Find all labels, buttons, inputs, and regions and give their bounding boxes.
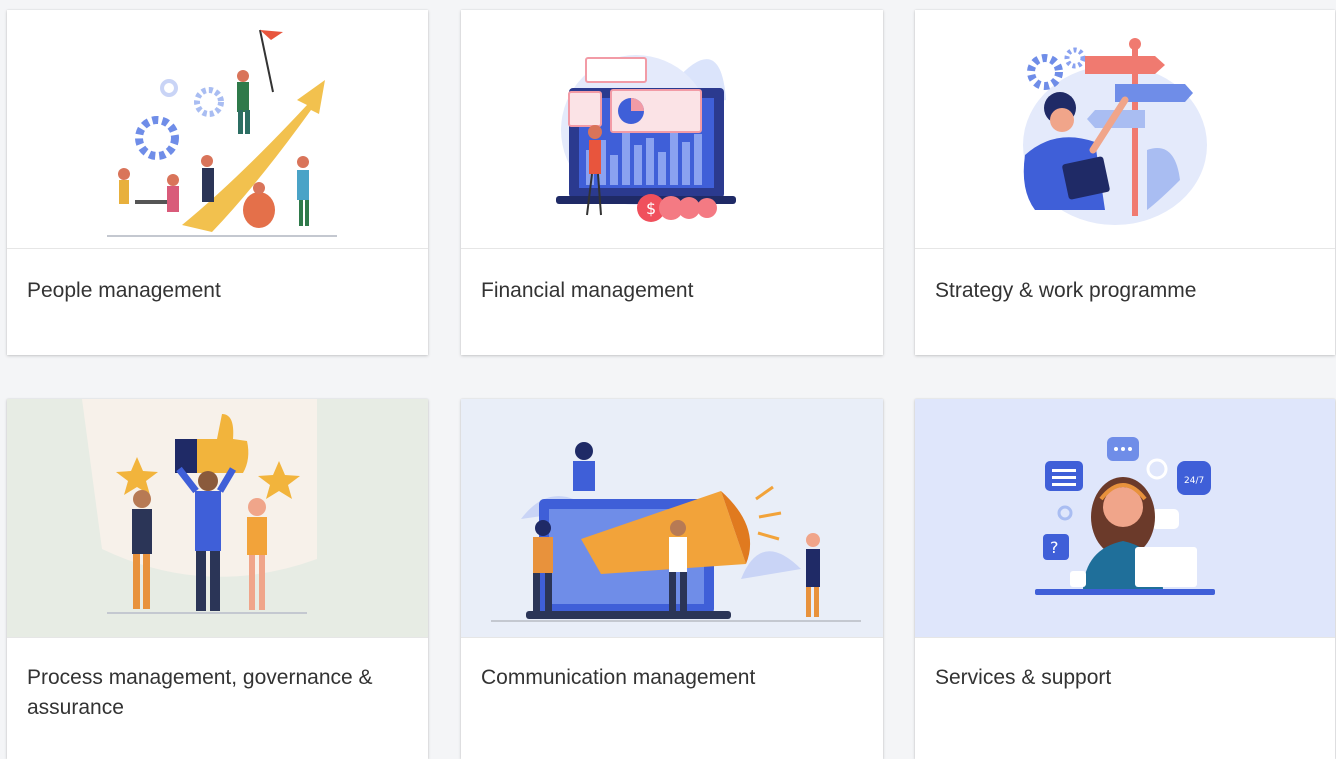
card-title: Services & support [935, 666, 1112, 689]
card-title: Communication management [481, 666, 756, 689]
finance-dashboard-illustration: $ [461, 10, 883, 249]
support-agent-illustration: 24/7 ? [915, 399, 1335, 638]
megaphone-illustration [461, 399, 883, 638]
card-people-management[interactable]: People management [7, 10, 428, 355]
svg-text:$: $ [646, 199, 656, 218]
svg-text:?: ? [1050, 538, 1059, 557]
card-title: Strategy & work programme [935, 279, 1197, 302]
thumbs-up-stars-illustration [7, 399, 428, 638]
card-financial-management[interactable]: $ Financial management [461, 10, 883, 355]
card-communication-management[interactable]: Communication management [461, 399, 883, 759]
signpost-strategy-illustration [915, 10, 1335, 249]
card-title: People management [27, 279, 221, 302]
card-services-support[interactable]: 24/7 ? Services & support [915, 399, 1335, 759]
service-card-grid: People management $ Financial management… [0, 0, 1336, 759]
card-title: Process management, governance & assuran… [27, 666, 373, 719]
svg-text:24/7: 24/7 [1184, 476, 1204, 486]
card-process-management[interactable]: Process management, governance & assuran… [7, 399, 428, 759]
card-title: Financial management [481, 279, 694, 302]
card-strategy-work-programme[interactable]: Strategy & work programme [915, 10, 1335, 355]
people-growth-illustration [7, 10, 428, 249]
